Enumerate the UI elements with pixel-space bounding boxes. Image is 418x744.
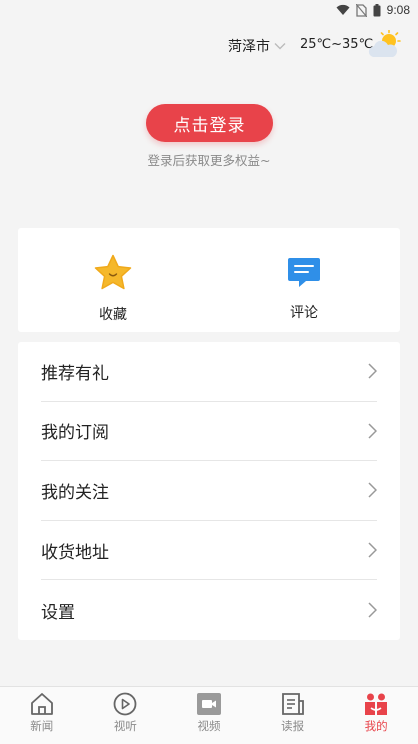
favorites-button[interactable]: 收藏 bbox=[63, 254, 163, 324]
city-label: 菏泽市 bbox=[228, 39, 270, 55]
home-icon bbox=[30, 693, 53, 715]
chevron-down-icon bbox=[274, 43, 286, 50]
menu-item-label: 我的订阅 bbox=[41, 423, 109, 444]
comment-icon bbox=[288, 258, 320, 287]
status-icons: 9:08 bbox=[336, 2, 410, 18]
menu-item-label: 设置 bbox=[41, 602, 75, 623]
tab-news[interactable]: 新闻 bbox=[0, 687, 84, 744]
temperature-range: 25℃~35℃ bbox=[300, 37, 374, 52]
tab-profile[interactable]: 我的 bbox=[334, 687, 418, 744]
tab-label: 新闻 bbox=[30, 719, 54, 733]
login-hint: 登录后获取更多权益~ bbox=[147, 153, 271, 168]
newspaper-icon bbox=[281, 693, 304, 715]
status-time: 9:08 bbox=[386, 3, 410, 17]
video-camera-icon bbox=[196, 693, 221, 715]
no-sim-icon bbox=[355, 3, 367, 17]
menu-item-settings[interactable]: 设置 bbox=[41, 580, 377, 640]
chevron-right-icon bbox=[368, 542, 377, 558]
login-button[interactable]: 点击登录 bbox=[146, 104, 273, 142]
menu-item-label: 推荐有礼 bbox=[41, 363, 109, 384]
header: 菏泽市 25℃~35℃ bbox=[0, 28, 418, 64]
tab-newspaper[interactable]: 读报 bbox=[251, 687, 335, 744]
wifi-icon bbox=[336, 4, 350, 15]
status-bar: 9:08 bbox=[0, 0, 418, 20]
quick-actions-card: 收藏 评论 bbox=[18, 228, 400, 332]
chevron-right-icon bbox=[368, 602, 377, 618]
partly-cloudy-icon[interactable] bbox=[367, 30, 401, 60]
tab-label: 视听 bbox=[113, 719, 137, 733]
menu-item-label: 我的关注 bbox=[41, 482, 109, 503]
chevron-right-icon bbox=[368, 423, 377, 439]
menu-list: 推荐有礼 我的订阅 我的关注 收货地址 设置 bbox=[18, 342, 400, 640]
favorites-label: 收藏 bbox=[99, 307, 127, 323]
menu-item-label: 收货地址 bbox=[41, 542, 109, 563]
profile-icon bbox=[365, 693, 388, 715]
tab-label: 我的 bbox=[364, 719, 388, 733]
menu-item-address[interactable]: 收货地址 bbox=[41, 521, 377, 581]
menu-item-subscriptions[interactable]: 我的订阅 bbox=[41, 402, 377, 462]
tab-video[interactable]: 视频 bbox=[167, 687, 251, 744]
chevron-right-icon bbox=[368, 363, 377, 379]
play-icon bbox=[113, 692, 137, 716]
bottom-tab-bar: 新闻 视听 视频 读报 我的 bbox=[0, 686, 418, 744]
tab-label: 视频 bbox=[197, 719, 221, 733]
battery-icon bbox=[373, 3, 381, 16]
tab-audio-video[interactable]: 视听 bbox=[84, 687, 168, 744]
menu-item-referral[interactable]: 推荐有礼 bbox=[41, 342, 377, 402]
star-icon bbox=[94, 254, 132, 290]
comments-label: 评论 bbox=[290, 305, 318, 321]
menu-item-following[interactable]: 我的关注 bbox=[41, 461, 377, 521]
comments-button[interactable]: 评论 bbox=[254, 254, 354, 322]
tab-label: 读报 bbox=[281, 719, 305, 733]
chevron-right-icon bbox=[368, 482, 377, 499]
city-selector[interactable]: 菏泽市 bbox=[228, 36, 286, 56]
